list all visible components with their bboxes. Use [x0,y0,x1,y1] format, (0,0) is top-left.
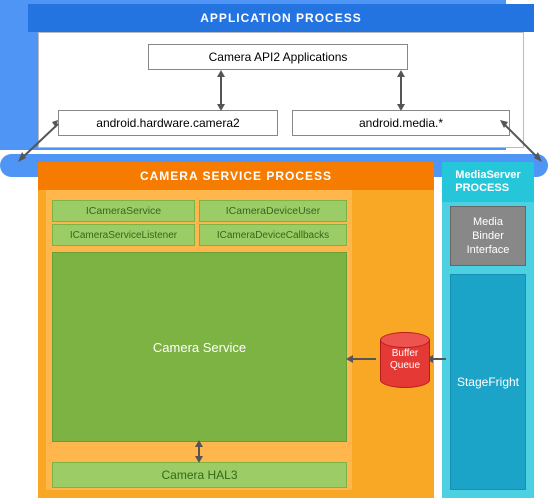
arrow-api2-media [400,76,402,104]
arrow-stagefright-to-bufferqueue [432,358,446,360]
icameradevicecallbacks-box: ICameraDeviceCallbacks [199,224,347,246]
media-binder-interface-box: Media Binder Interface [450,206,526,266]
application-process-title: APPLICATION PROCESS [28,4,534,32]
camera-api2-applications-box: Camera API2 Applications [148,44,408,70]
android-media-box: android.media.* [292,110,510,136]
camera-service-box: Camera Service [52,252,347,442]
arrow-media-to-bluebar [498,118,546,164]
camera-hal3-box: Camera HAL3 [52,462,347,488]
camera-service-process-title: CAMERA SERVICE PROCESS [38,162,434,190]
arrowhead-up-icon [397,70,405,77]
arrowhead-down-icon [217,104,225,111]
android-hardware-camera2-box: android.hardware.camera2 [58,110,278,136]
icameraservice-box: ICameraService [52,200,195,222]
arrowhead-up-icon [195,440,203,447]
stagefright-box: StageFright [450,274,526,490]
arrowhead-up-icon [217,70,225,77]
icameradeviceuser-box: ICameraDeviceUser [199,200,347,222]
mediaserver-process-title: MediaServer PROCESS [442,162,534,202]
diagram-canvas: APPLICATION PROCESS Camera API2 Applicat… [0,0,548,504]
arrowhead-down-icon [397,104,405,111]
icameraservicelistener-box: ICameraServiceListener [52,224,195,246]
buffer-queue-cylinder: Buffer Queue [380,332,430,388]
arrowhead-down-icon [195,456,203,463]
arrow-api2-hwcam2 [220,76,222,104]
arrow-service-to-bufferqueue [352,358,376,360]
arrow-hwcam2-to-bluebar [14,118,62,164]
arrowhead-left-icon [346,355,353,363]
